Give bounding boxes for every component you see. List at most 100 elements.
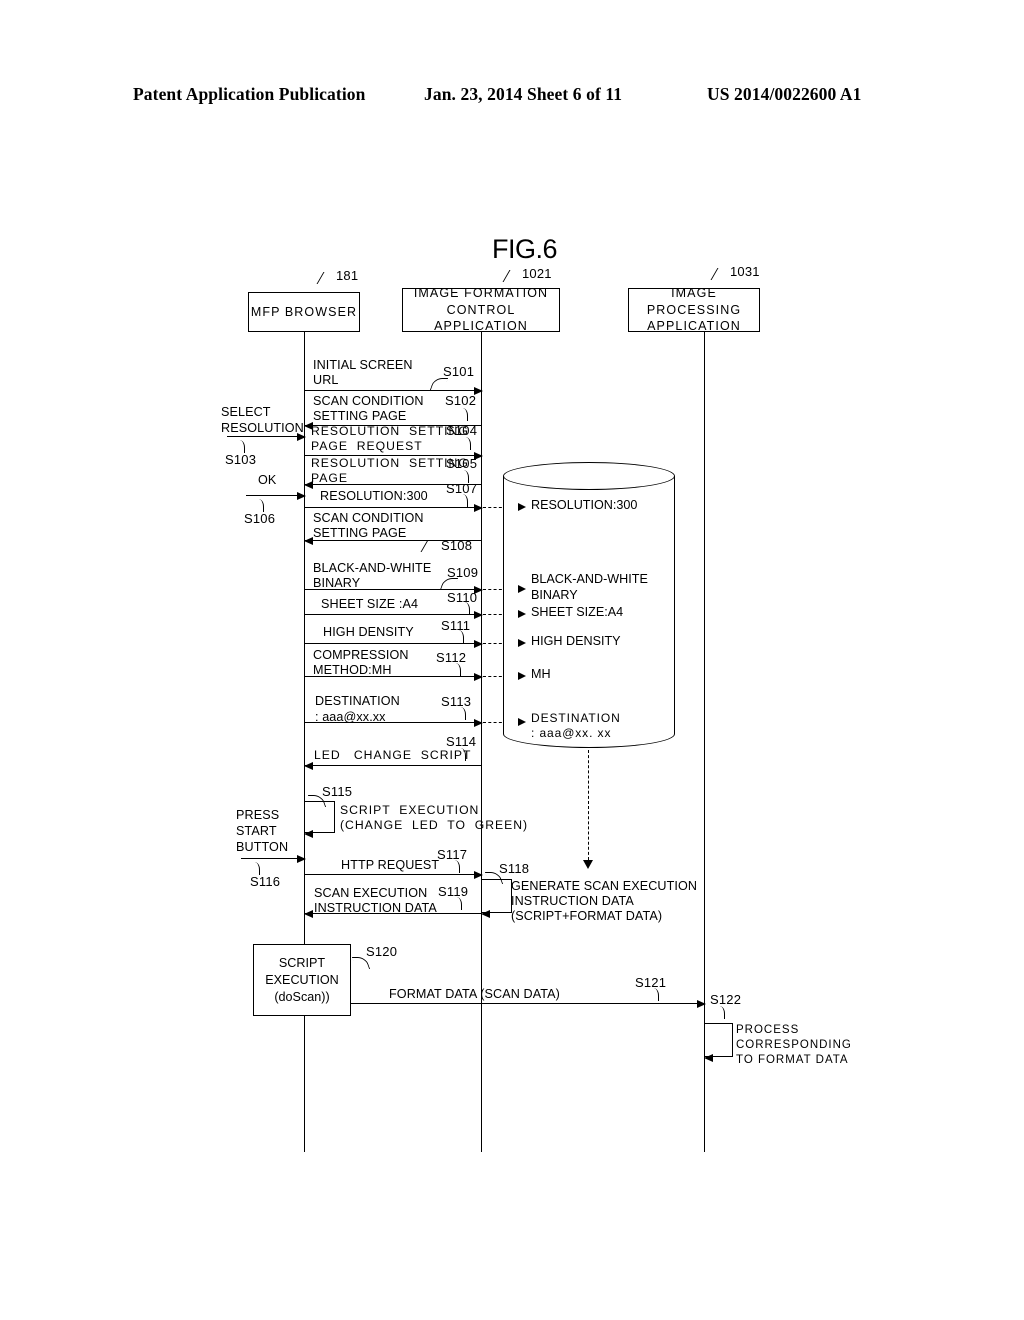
user-action-label-s106-line1: OK: [258, 473, 277, 487]
step-number-s108: S108: [441, 538, 473, 553]
message-arrow-s101: [305, 386, 483, 395]
step-number-s103: S103: [225, 452, 257, 467]
leader-s108: [420, 540, 442, 552]
self-call-arrow-s122: [704, 1053, 713, 1062]
sequence-diagram: 181 1021 1031 MFP BROWSER IMAGE FORMATIO…: [0, 0, 1024, 1320]
ref-numeral-1031: 1031: [730, 264, 760, 279]
ref-numeral-1021: 1021: [522, 266, 552, 281]
message-label-s110-line1: SHEET SIZE :A4: [321, 597, 419, 611]
message-label-s117-line1: HTTP REQUEST: [341, 858, 440, 872]
leader-s112: [452, 663, 461, 676]
message-label-s118-line3: (SCRIPT+FORMAT DATA): [511, 909, 663, 923]
message-arrow-s114: [304, 761, 482, 770]
process-label-s120-line1: SCRIPT: [278, 955, 326, 970]
db-entry-sheet-size: SHEET SIZE:A4: [531, 605, 624, 619]
message-arrow-s107: [305, 503, 483, 512]
leader-s121: [650, 988, 659, 1001]
leader-s102: [459, 408, 468, 421]
message-label-s118-line1: GENERATE SCAN EXECUTION: [511, 879, 698, 893]
message-label-s115-line1: SCRIPT EXECUTION: [340, 803, 480, 817]
message-label-s119-line1: SCAN EXECUTION: [314, 886, 428, 900]
leader-line-181: [316, 272, 338, 284]
message-arrow-s110: [305, 610, 483, 619]
db-read-arrowhead: [583, 860, 593, 869]
actor-label-ifca-line1: IMAGE FORMATION: [413, 286, 549, 301]
step-number-s115: S115: [322, 784, 353, 799]
db-bullet-resolution: [518, 503, 526, 511]
message-label-s119-line2: INSTRUCTION DATA: [314, 901, 437, 915]
message-label-s113-line1: DESTINATION: [315, 694, 400, 708]
db-bullet-high-density: [518, 639, 526, 647]
message-arrow-s112: [305, 672, 483, 681]
leader-s114: [457, 748, 466, 761]
db-entry-destination-line2: : aaa@xx. xx: [531, 726, 612, 740]
ref-numeral-181: 181: [336, 268, 359, 283]
message-label-s107-line1: RESOLUTION:300: [320, 489, 428, 503]
user-action-label-s103-line2: RESOLUTION: [221, 421, 304, 435]
user-action-arrow-s103: [227, 432, 306, 441]
message-label-s121-line1: FORMAT DATA (SCAN DATA): [389, 987, 560, 1001]
step-number-s122: S122: [710, 992, 742, 1007]
message-label-s114-line1: LED CHANGE SCRIPT: [314, 748, 472, 762]
db-read-dashed-line: [588, 750, 589, 860]
message-label-s112-line1: COMPRESSION: [313, 648, 409, 662]
leader-s111: [455, 630, 464, 643]
message-label-s108-line1: SCAN CONDITION: [313, 511, 424, 525]
message-label-s102-line2: SETTING PAGE: [313, 409, 407, 423]
message-arrow-s111: [305, 639, 483, 648]
db-entry-destination-line1: DESTINATION: [531, 711, 621, 725]
step-number-s116: S116: [250, 874, 281, 889]
leader-s104: [462, 437, 471, 450]
process-label-s122-line1: PROCESS: [736, 1024, 800, 1036]
message-label-s111-line1: HIGH DENSITY: [323, 625, 414, 639]
cylinder-top-ellipse: [503, 462, 675, 490]
self-call-s115: [304, 801, 335, 838]
actor-label-mfp-browser: MFP BROWSER: [250, 304, 358, 319]
self-call-s122: [704, 1023, 733, 1062]
leader-s117: [451, 860, 460, 873]
step-number-s120: S120: [366, 944, 398, 959]
step-number-s106: S106: [244, 511, 276, 526]
message-label-s109-line1: BLACK-AND-WHITE: [313, 561, 432, 575]
step-number-s118: S118: [499, 861, 530, 876]
db-entry-black-and-white-binary-line2: BINARY: [531, 588, 578, 602]
leader-line-1021: [502, 270, 524, 282]
db-bullet-sheet-size: [518, 610, 526, 618]
process-label-s122-line3: TO FORMAT DATA: [736, 1054, 849, 1066]
step-number-s109: S109: [447, 565, 479, 580]
process-label-s120-line2: EXECUTION: [265, 972, 339, 987]
db-bullet-mh: [518, 672, 526, 680]
user-action-label-s116-line1: PRESS: [236, 808, 280, 822]
self-call-arrow-s118: [481, 909, 490, 918]
actor-box-image-formation-control-application: IMAGE FORMATION CONTROL APPLICATION: [402, 286, 560, 333]
step-number-s101: S101: [443, 364, 475, 379]
db-entry-resolution: RESOLUTION:300: [531, 498, 638, 512]
user-action-label-s116-line2: START: [236, 824, 277, 838]
step-number-s102: S102: [445, 393, 477, 408]
user-action-label-s103-line1: SELECT: [221, 405, 271, 419]
db-entry-black-and-white-binary-line1: BLACK-AND-WHITE: [531, 572, 648, 586]
db-entry-mh: MH: [531, 667, 551, 681]
message-arrow-s119: [304, 909, 482, 918]
db-entry-high-density: HIGH DENSITY: [531, 634, 621, 648]
actor-box-image-processing-application: IMAGE PROCESSING APPLICATION: [628, 286, 760, 333]
message-label-s104-line2: PAGE REQUEST: [311, 439, 423, 453]
user-action-arrow-s116: [241, 854, 306, 863]
message-arrow-s117: [305, 870, 483, 879]
self-call-arrow-s115: [304, 829, 313, 838]
leader-s113: [457, 707, 466, 720]
leader-s122: [716, 1006, 725, 1019]
leader-line-1031: [710, 268, 732, 280]
process-box-s120: SCRIPT EXECUTION (doScan)): [253, 944, 351, 1016]
message-label-s118-line2: INSTRUCTION DATA: [511, 894, 634, 908]
self-call-s118: [481, 879, 512, 918]
db-bullet-destination: [518, 718, 526, 726]
message-label-s115-line2: (CHANGE LED TO GREEN): [340, 818, 529, 832]
user-action-label-s116-line3: BUTTON: [236, 840, 289, 854]
db-bullet-black-and-white-binary: [518, 585, 526, 593]
message-label-s102-line1: SCAN CONDITION: [313, 394, 424, 408]
process-label-s122-line2: CORRESPONDING: [736, 1039, 852, 1051]
message-label-s113-line2: : aaa@xx.xx: [315, 710, 386, 724]
message-label-s101-line1: INITIAL SCREEN: [313, 358, 413, 372]
leader-s119: [453, 897, 462, 910]
